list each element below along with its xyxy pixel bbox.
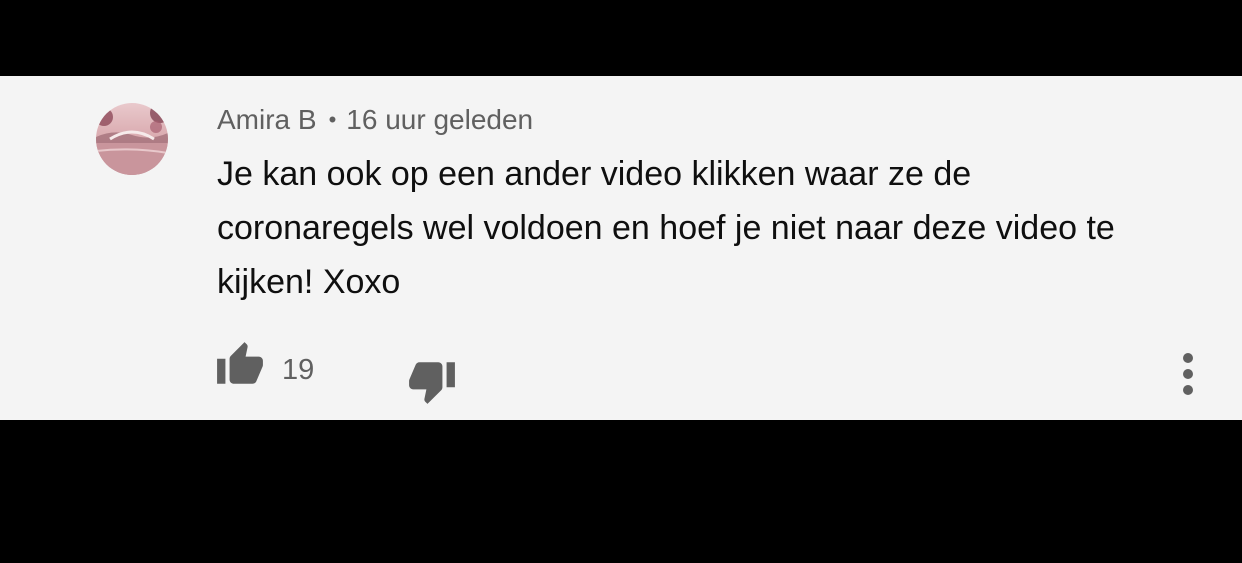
like-count: 19 [282,354,315,386]
avatar-image [96,103,168,175]
like-button[interactable] [214,340,266,390]
more-options-button[interactable] [1170,350,1206,398]
comment-line: coronaregels wel voldoen en hoef je niet… [217,209,1115,247]
comment-line: Je kan ook op een ander video klikken wa… [217,155,972,193]
meta-separator: • [328,107,337,132]
comment-line: kijken! Xoxo [217,263,401,301]
screen: Amira B • 16 uur geleden Je kan ook op een… [0,0,1242,563]
dislike-button[interactable] [406,356,458,406]
comment-text: Je kan ook op een ander video klikken wa… [217,147,1197,309]
comment-timestamp: 16 uur geleden [346,104,534,135]
thumbs-down-icon [409,362,455,404]
comment-meta: Amira B • 16 uur geleden [217,103,533,137]
thumbs-up-icon [217,342,263,384]
comment-card: Amira B • 16 uur geleden Je kan ook op een… [0,76,1242,420]
author-name[interactable]: Amira B [217,104,317,135]
avatar[interactable] [96,103,168,175]
vertical-ellipsis-icon [1183,353,1193,395]
